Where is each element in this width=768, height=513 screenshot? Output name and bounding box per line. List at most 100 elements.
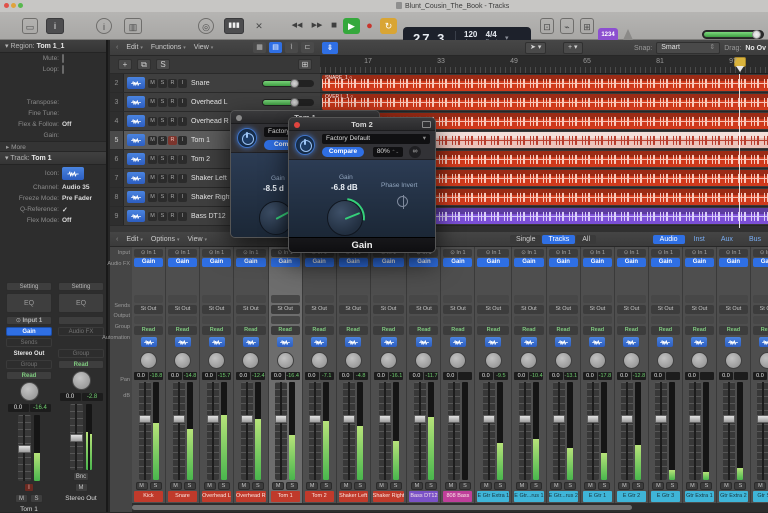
channel-empty-plugin-slots[interactable] <box>373 269 405 295</box>
fader-cap[interactable] <box>343 415 355 423</box>
channel-gain-plugin-slot[interactable]: Gain <box>305 258 334 267</box>
channel-solo-button[interactable]: S <box>390 482 402 490</box>
channel-gain-plugin-slot[interactable]: Gain <box>409 258 438 267</box>
channel-gain-plugin-slot[interactable]: Gain <box>583 258 612 267</box>
fader-cap[interactable] <box>621 415 633 423</box>
channel-name[interactable]: Kick <box>134 491 163 502</box>
mixer-view-single[interactable]: Single <box>510 235 541 244</box>
channel-automation-mode[interactable]: Read <box>443 326 472 335</box>
channel-group-slot[interactable] <box>305 316 334 324</box>
channel-automation-mode[interactable]: Read <box>6 371 52 380</box>
output-audio-fx-slot[interactable]: Audio FX <box>58 327 104 336</box>
channel-empty-plugin-slots[interactable] <box>617 269 646 295</box>
channel-solo-button[interactable]: S <box>425 482 437 490</box>
channel-fader[interactable] <box>202 382 231 480</box>
channel-mute-button[interactable]: M <box>584 482 596 490</box>
channel-name[interactable]: Gtr Solo <box>753 491 768 502</box>
bounce-button[interactable]: Bnc <box>73 472 89 481</box>
channel-sends-slot[interactable]: Sends <box>6 338 52 347</box>
channel-mute-button[interactable]: M <box>754 482 766 490</box>
output-automation-mode[interactable]: Read <box>58 360 104 369</box>
channel-sends-slot[interactable] <box>753 295 768 303</box>
track-solo-button[interactable]: S <box>158 174 167 183</box>
channel-volume-value[interactable]: 0.0 <box>443 372 457 380</box>
channel-gain-plugin-slot[interactable]: Gain <box>168 258 197 267</box>
channel-output-select[interactable]: St Out <box>549 305 578 314</box>
track-lane[interactable]: OVER L_1 ○ <box>320 93 768 112</box>
channel-solo-button[interactable]: S <box>354 482 366 490</box>
horizontal-scrollbar[interactable] <box>132 503 768 512</box>
channel-output-select[interactable]: St Out <box>373 305 405 314</box>
channel-group-slot[interactable] <box>271 316 300 324</box>
channel-name[interactable]: E Gtr 3 <box>651 491 680 502</box>
channel-mute-button[interactable]: M <box>686 482 698 490</box>
preset-select[interactable]: Factory Default▾ <box>322 134 430 144</box>
channel-gain-plugin-slot[interactable]: Gain <box>617 258 646 267</box>
track-record-button[interactable]: R <box>168 193 177 202</box>
channel-fader[interactable] <box>339 382 368 480</box>
channel-group-slot[interactable] <box>373 316 405 324</box>
channel-sends-slot[interactable] <box>339 295 368 303</box>
channel-group-slot[interactable] <box>236 316 266 324</box>
snap-select[interactable]: Smart⇕ <box>656 42 720 54</box>
track-volume-slider[interactable] <box>262 80 314 87</box>
track-input-monitor-button[interactable]: I <box>178 193 187 202</box>
fader-cap[interactable] <box>414 415 426 423</box>
output-plugin-slot[interactable] <box>58 316 104 325</box>
channel-volume-value[interactable]: 0.0 <box>409 372 423 380</box>
channel-input-select[interactable]: ⊙ In 1 <box>134 249 163 257</box>
channel-gain-plugin-slot[interactable]: Gain <box>719 258 748 267</box>
channel-output-select[interactable]: St Out <box>339 305 368 314</box>
track-record-button[interactable]: R <box>168 79 177 88</box>
back-icon[interactable]: ‹ <box>116 236 118 243</box>
channel-group-slot[interactable] <box>168 316 197 324</box>
channel-empty-plugin-slots[interactable] <box>651 269 680 295</box>
cycle-button[interactable]: ↻ <box>380 18 397 34</box>
mixer-channel[interactable]: ⊙ In 1 Gain St Out Read 0.0 M S E Gtr 3 <box>649 247 683 503</box>
quick-help-icon[interactable]: i <box>96 18 112 34</box>
channel-input-select[interactable]: ⊙ In 1 <box>477 249 509 257</box>
automation-view-icon[interactable]: ⌇ <box>285 42 298 53</box>
channel-group-slot[interactable]: Group <box>6 360 52 369</box>
channel-mute-button[interactable]: M <box>618 482 630 490</box>
smart-controls-icon[interactable]: ◎ <box>198 18 214 34</box>
mixer-channel[interactable]: ⊙ In 1 Gain St Out Read 0.0 M S 808 Bass <box>441 247 475 503</box>
inspector-row-value[interactable]: Pre Fader <box>62 195 92 202</box>
duplicate-track-button[interactable]: ⧉ <box>137 59 151 70</box>
channel-empty-plugin-slots[interactable] <box>514 269 543 295</box>
channel-sends-slot[interactable] <box>514 295 543 303</box>
channel-empty-plugin-slots[interactable] <box>168 269 197 295</box>
lcd-tempo[interactable]: 120 <box>464 31 477 39</box>
channel-mute-button[interactable]: M <box>272 482 284 490</box>
channel-solo-button[interactable]: S <box>564 482 576 490</box>
mixer-channel[interactable]: ⊙ In 1 Gain St Out Read 0.0 -13.1 M S E … <box>547 247 581 503</box>
inspector-row-value[interactable]: Off <box>62 121 71 128</box>
channel-output-select[interactable]: St Out <box>477 305 509 314</box>
channel-empty-plugin-slots[interactable] <box>549 269 578 295</box>
plugin-titlebar[interactable]: Tom 2 <box>289 118 435 131</box>
audio-region[interactable]: SNARE_1 ○ <box>322 75 768 91</box>
mixer-menu-edit[interactable]: Edit ▾ <box>126 236 143 243</box>
fader-cap[interactable] <box>275 415 287 423</box>
channel-input-select[interactable]: ⊙ In 1 <box>236 249 266 257</box>
track-lane[interactable]: SNARE_1 ○ <box>320 74 768 93</box>
channel-mute-button[interactable]: M <box>340 482 352 490</box>
region-inspector-header[interactable]: ▾ Region: Tom 1_1 <box>0 40 106 53</box>
channel-mute-button[interactable]: M <box>376 482 388 490</box>
channel-empty-plugin-slots[interactable] <box>719 269 748 295</box>
channel-group-slot[interactable] <box>409 316 438 324</box>
channel-output-select[interactable]: St Out <box>409 305 438 314</box>
track-name[interactable]: Snare <box>191 80 262 87</box>
channel-fader[interactable] <box>236 382 266 480</box>
pointer-tool-select[interactable]: ➤ ▾ <box>525 42 546 54</box>
track-input-monitor-button[interactable]: I <box>178 98 187 107</box>
forward-button[interactable]: ▶▶ <box>308 18 326 34</box>
channel-sends-slot[interactable] <box>305 295 334 303</box>
channel-group-slot[interactable] <box>443 316 472 324</box>
channel-group-slot[interactable] <box>583 316 612 324</box>
channel-gain-plugin-slot[interactable]: Gain <box>339 258 368 267</box>
mixer-menu-options[interactable]: Options ▾ <box>151 236 180 243</box>
channel-sends-slot[interactable] <box>134 295 163 303</box>
plugin-power-button[interactable] <box>237 128 257 148</box>
channel-mute-button[interactable]: M <box>136 482 148 490</box>
